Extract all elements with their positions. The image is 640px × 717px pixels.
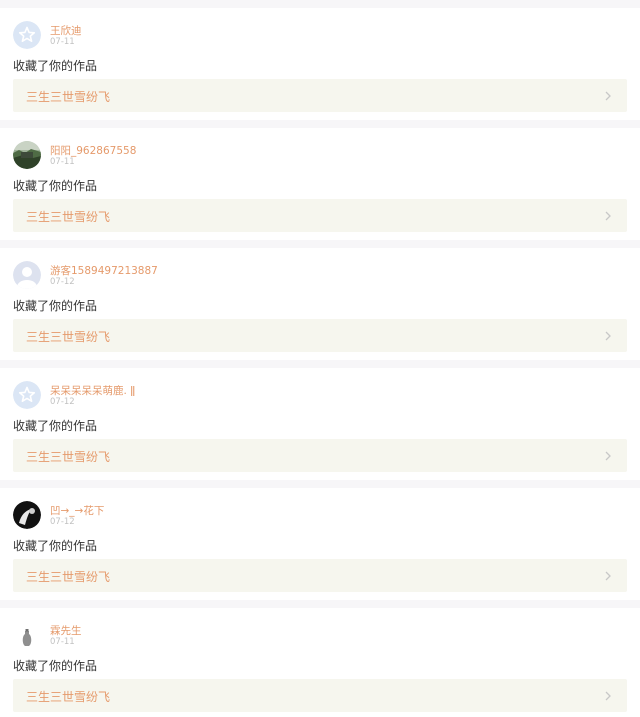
default-star-avatar-icon[interactable] [13,21,41,49]
username[interactable]: 霖先生 [50,623,82,638]
work-link[interactable]: 三生三世雪纷飞 [13,559,627,592]
work-title: 三生三世雪纷飞 [26,690,111,704]
timestamp: 07-11 [50,157,75,167]
work-title: 三生三世雪纷飞 [26,450,111,464]
action-text: 收藏了你的作品 [13,419,98,433]
chevron-right-icon [602,690,614,702]
notification-item: 游客1589497213887 07-12 收藏了你的作品 三生三世雪纷飞 [0,248,640,360]
work-title: 三生三世雪纷飞 [26,210,111,224]
chevron-right-icon [602,330,614,342]
chevron-right-icon [602,90,614,102]
photo-avatar-vase[interactable] [13,621,41,649]
username[interactable]: 凹→_→花下 [50,503,104,518]
username[interactable]: 游客1589497213887 [50,263,158,278]
action-text: 收藏了你的作品 [13,299,98,313]
timestamp: 07-12 [50,517,75,527]
notification-item: 呆呆呆呆呆萌鹿. ǁ 07-12 收藏了你的作品 三生三世雪纷飞 [0,368,640,480]
work-title: 三生三世雪纷飞 [26,90,111,104]
username[interactable]: 王欣迪 [50,23,82,38]
work-title: 三生三世雪纷飞 [26,330,111,344]
chevron-right-icon [602,210,614,222]
action-text: 收藏了你的作品 [13,179,98,193]
work-title: 三生三世雪纷飞 [26,570,111,584]
timestamp: 07-11 [50,37,75,47]
work-link[interactable]: 三生三世雪纷飞 [13,319,627,352]
default-star-avatar-icon[interactable] [13,381,41,409]
notification-item: 凹→_→花下 07-12 收藏了你的作品 三生三世雪纷飞 [0,488,640,600]
timestamp: 07-11 [50,637,75,647]
username[interactable]: 呆呆呆呆呆萌鹿. ǁ [50,383,135,398]
work-link[interactable]: 三生三世雪纷飞 [13,679,627,712]
username[interactable]: 阳阳_962867558 [50,143,136,158]
action-text: 收藏了你的作品 [13,539,98,553]
notification-feed: 王欣迪 07-11 收藏了你的作品 三生三世雪纷飞 阳阳_962867558 0… [0,0,640,717]
photo-avatar-dark[interactable] [13,501,41,529]
notification-item: 霖先生 07-11 收藏了你的作品 三生三世雪纷飞 [0,608,640,717]
default-person-avatar-icon[interactable] [13,261,41,289]
work-link[interactable]: 三生三世雪纷飞 [13,439,627,472]
chevron-right-icon [602,450,614,462]
photo-avatar-landscape[interactable] [13,141,41,169]
action-text: 收藏了你的作品 [13,659,98,673]
notification-item: 王欣迪 07-11 收藏了你的作品 三生三世雪纷飞 [0,8,640,120]
action-text: 收藏了你的作品 [13,59,98,73]
work-link[interactable]: 三生三世雪纷飞 [13,79,627,112]
notification-item: 阳阳_962867558 07-11 收藏了你的作品 三生三世雪纷飞 [0,128,640,240]
chevron-right-icon [602,570,614,582]
work-link[interactable]: 三生三世雪纷飞 [13,199,627,232]
timestamp: 07-12 [50,397,75,407]
timestamp: 07-12 [50,277,75,287]
